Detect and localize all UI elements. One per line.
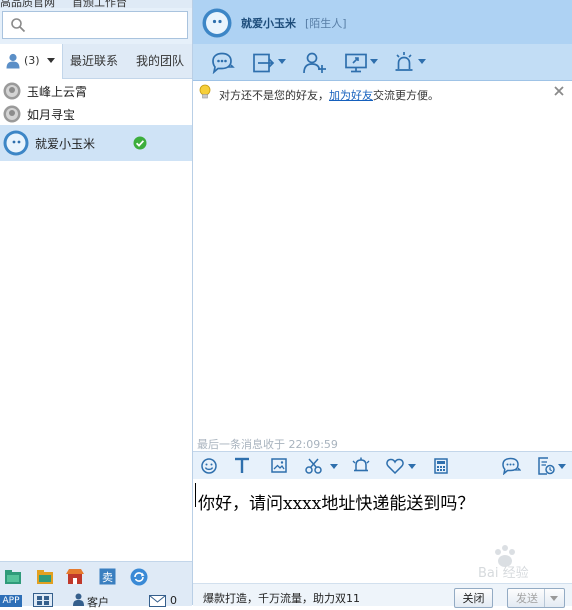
contact-item[interactable]: 玉峰上云霄	[0, 80, 192, 102]
message-area[interactable]	[193, 105, 572, 451]
watermark: Bai 经验	[468, 540, 572, 581]
avatar[interactable]	[202, 8, 232, 38]
top-strip-right-text: 首颁工作台	[72, 0, 127, 8]
tab-recent[interactable]: 最近联系	[63, 44, 125, 78]
chevron-down-icon[interactable]	[408, 464, 416, 469]
send-button-divider	[544, 589, 545, 607]
transfer-icon[interactable]	[253, 53, 275, 73]
chat-bubble-icon[interactable]	[501, 457, 521, 475]
scissors-icon[interactable]	[305, 458, 322, 474]
chevron-down-icon[interactable]	[47, 58, 55, 63]
left-footer: 卖 APP 客户 0	[0, 561, 192, 609]
chevron-down-icon[interactable]	[370, 59, 378, 64]
close-icon[interactable]	[554, 86, 564, 96]
tab-contacts[interactable]: (3)	[0, 44, 63, 79]
ad-link[interactable]: 爆款打造，千万流量，助力双11	[203, 590, 360, 606]
search-bar	[0, 8, 192, 44]
contact-name: 就爱小玉米	[35, 137, 96, 151]
avatar	[3, 105, 21, 123]
image-icon[interactable]	[271, 458, 287, 473]
contact-name: 玉峰上云霄	[27, 85, 88, 99]
contact-item-selected[interactable]: 就爱小玉米	[0, 125, 192, 161]
add-friend-link[interactable]: 加为好友	[329, 89, 373, 102]
input-toolbar	[193, 451, 572, 481]
chat-toolbar	[193, 44, 572, 81]
send-label[interactable]: 发送	[508, 589, 546, 609]
chevron-down-icon[interactable]	[278, 59, 286, 64]
search-icon[interactable]	[10, 17, 26, 33]
folder-icon[interactable]	[4, 569, 22, 585]
chat-title: 就爱小玉米	[241, 17, 296, 30]
chevron-down-icon[interactable]	[330, 464, 338, 469]
emoji-icon[interactable]	[201, 458, 217, 474]
watermark-text: Bai 经验	[478, 566, 529, 581]
chevron-down-icon[interactable]	[550, 596, 558, 601]
screen-share-icon[interactable]	[345, 53, 367, 73]
contact-item[interactable]: 如月寻宝	[0, 103, 192, 125]
top-strip-left-text: 高品质官网	[0, 0, 55, 8]
chevron-down-icon[interactable]	[418, 59, 426, 64]
svg-text:卖: 卖	[102, 571, 113, 584]
chat-bubble-icon[interactable]	[211, 52, 235, 74]
customer-label[interactable]: 客户	[87, 594, 109, 610]
friend-notice-text: 对方还不是您的好友，加为好友交流更方便。	[219, 87, 439, 103]
notice-suffix: 交流更方便。	[373, 89, 439, 102]
add-friend-icon[interactable]	[303, 52, 327, 74]
font-icon[interactable]	[234, 457, 250, 474]
top-strip: 高品质官网 首颁工作台	[0, 0, 192, 8]
mail-icon[interactable]	[149, 595, 166, 607]
avatar	[3, 130, 29, 156]
alert-icon[interactable]	[394, 51, 414, 73]
search-input[interactable]	[2, 11, 188, 39]
message-input-text[interactable]: 你好，请问xxxx地址快递能送到吗？	[198, 489, 474, 514]
contacts-count: (3)	[24, 54, 40, 67]
contact-name: 如月寻宝	[27, 108, 76, 122]
history-icon[interactable]	[537, 457, 555, 475]
bell-icon[interactable]	[352, 457, 370, 474]
tab-team[interactable]: 我的团队	[128, 44, 192, 78]
person-icon	[6, 53, 20, 69]
heart-icon[interactable]	[386, 458, 404, 474]
shop-icon[interactable]	[66, 568, 84, 585]
lightbulb-icon	[199, 84, 211, 100]
mail-count: 0	[170, 594, 177, 607]
online-status-icon	[133, 136, 147, 150]
app-button[interactable]: APP	[0, 595, 22, 607]
chevron-down-icon[interactable]	[558, 464, 566, 469]
contact-tabs: (3) 最近联系 我的团队	[0, 44, 192, 79]
notice-prefix: 对方还不是您的好友，	[219, 89, 329, 102]
chat-subtitle: [陌生人]	[305, 17, 347, 30]
avatar	[3, 82, 21, 100]
last-message-time: 最后一条消息收于 22:09:59	[197, 438, 338, 451]
refresh-icon[interactable]	[130, 568, 148, 586]
folder-icon[interactable]	[36, 569, 54, 585]
close-button[interactable]: 关闭	[454, 588, 493, 608]
text-caret	[195, 483, 196, 507]
sell-icon[interactable]: 卖	[99, 568, 116, 585]
customer-icon[interactable]	[73, 593, 84, 606]
calculator-icon[interactable]	[434, 458, 448, 474]
